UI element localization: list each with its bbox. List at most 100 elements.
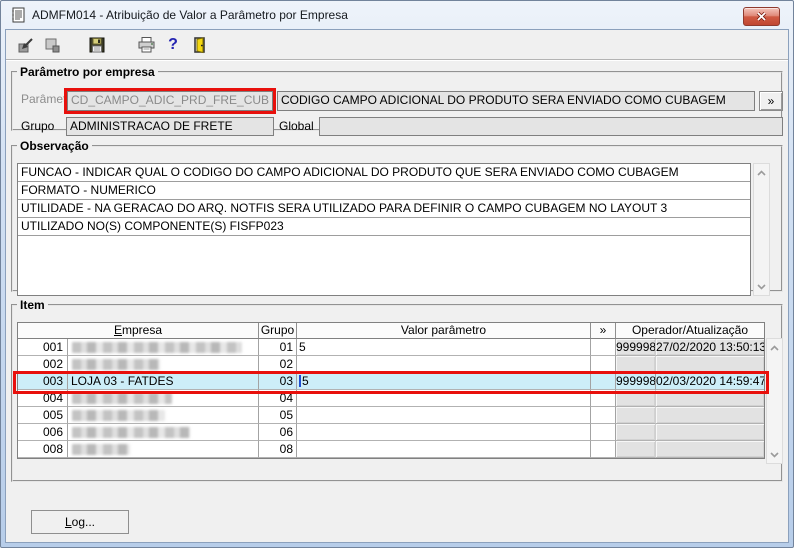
cell-empresa [68,356,259,373]
table-row[interactable]: 008 08 [18,441,764,458]
cell-dt [656,424,764,441]
parametro-value-field[interactable]: CD_CAMPO_ADIC_PRD_FRE_CUB [67,91,273,111]
document-icon [12,7,25,22]
cell-oper: 999998 [616,373,656,390]
redacted-empresa-text [72,393,172,404]
cell-oper [616,424,656,441]
cell-exp [591,373,616,390]
item-table-header: Empresa Grupo Valor parâmetro » Operador… [18,323,764,339]
column-header-grupo[interactable]: Grupo [259,323,297,339]
column-header-valor-parametro[interactable]: Valor parâmetro [297,323,591,339]
parametro-group: Parâmetro por empresa Parâmetro CD_CAMPO… [11,65,783,136]
dialog-client-area: ? Parâmetro por empresa Parâmetro CD_CAM… [5,29,789,543]
table-row[interactable]: 002 02 [18,356,764,373]
shortcut-arrow-icon [18,37,33,52]
redacted-empresa-text [72,444,130,455]
text-caret [299,375,301,387]
exit-door-icon [194,36,205,53]
cell-oper [616,356,656,373]
chevron-down-icon [770,451,779,458]
scroll-down-button[interactable] [754,279,769,294]
cell-oper [616,407,656,424]
redacted-empresa-text [72,342,242,353]
cell-exp [591,390,616,407]
table-row[interactable]: 005 05 [18,407,764,424]
table-row[interactable]: 006 06 [18,424,764,441]
print-icon [138,36,155,52]
save-button[interactable] [85,33,109,57]
parametro-descricao-field[interactable]: CODIGO CAMPO ADICIONAL DO PRODUTO SERA E… [277,91,755,111]
cell-valor [297,356,591,373]
window-title: ADMFM014 - Atribuição de Valor a Parâmet… [32,7,348,22]
cell-grupo: 01 [259,339,297,356]
global-value-field[interactable] [319,117,783,136]
cell-exp [591,407,616,424]
dialog-content: Parâmetro por empresa Parâmetro CD_CAMPO… [6,60,788,542]
cell-grupo: 03 [259,373,297,390]
save-icon [89,37,105,52]
cell-num: 001 [18,339,68,356]
cell-empresa: LOJA 03 - FATDES [68,373,259,390]
chevron-up-icon [757,169,766,176]
exit-button[interactable] [188,33,212,57]
cell-dt [656,407,764,424]
item-group-title: Item [20,298,45,312]
cell-grupo: 04 [259,390,297,407]
table-row[interactable]: 001 01 5 999998 27/02/2020 13:50:13 [18,339,764,356]
cell-empresa [68,339,259,356]
item-table-scrollbar[interactable] [766,338,783,464]
close-button[interactable] [743,7,780,26]
redacted-empresa-text [72,410,165,421]
column-header-operador-atualizacao[interactable]: Operador/Atualização [616,323,764,339]
cell-valor: 5 [297,373,591,390]
cell-oper [616,441,656,458]
cell-empresa [68,407,259,424]
help-button[interactable]: ? [161,33,185,57]
cell-exp [591,424,616,441]
cell-grupo: 05 [259,407,297,424]
log-button[interactable]: Log... [31,510,129,534]
toolbar: ? [6,30,788,60]
table-row[interactable]: 003 LOJA 03 - FATDES 03 5 999998 02/03/2020 1… [18,373,764,390]
scroll-down-button[interactable] [767,447,782,462]
item-table-body: 001 01 5 999998 27/02/2020 13:50:13 002 02 003 L… [18,339,764,458]
shortcut-arrow-button[interactable] [14,33,38,57]
cascade-windows-button[interactable] [40,33,64,57]
cell-num: 008 [18,441,68,458]
item-group: Item Empresa Grupo Valor parâmetro » Ope… [11,298,783,482]
cell-dt: 02/03/2020 14:59:47 [656,373,764,390]
grupo-value-field[interactable]: ADMINISTRACAO DE FRETE [66,117,274,136]
cell-exp [591,441,616,458]
cell-valor [297,441,591,458]
cell-grupo: 02 [259,356,297,373]
table-row[interactable]: 004 04 [18,390,764,407]
cell-valor [297,407,591,424]
cell-num: 002 [18,356,68,373]
cell-dt [656,390,764,407]
application-window: ADMFM014 - Atribuição de Valor a Parâmet… [0,0,794,548]
cell-num: 006 [18,424,68,441]
observacao-line[interactable]: UTILIZADO NO(S) COMPONENTE(S) FISFP023 [18,218,750,236]
cell-valor [297,390,591,407]
chevron-up-icon [770,344,779,351]
column-header-expand[interactable]: » [591,323,616,339]
redacted-empresa-text [72,427,190,438]
observacao-line[interactable]: FORMATO - NUMERICO [18,182,750,200]
print-button[interactable] [134,33,158,57]
scroll-up-button[interactable] [754,165,769,180]
cell-dt [656,441,764,458]
cell-grupo: 08 [259,441,297,458]
expand-parametro-button[interactable]: » [759,91,783,111]
column-header-empresa[interactable]: Empresa [18,323,259,339]
annotation-box-parametro: CD_CAMPO_ADIC_PRD_FRE_CUB [64,88,276,114]
title-bar[interactable]: ADMFM014 - Atribuição de Valor a Parâmet… [1,1,793,28]
observacao-line[interactable]: FUNCAO - INDICAR QUAL O CODIGO DO CAMPO … [18,164,750,182]
observacao-scrollbar[interactable] [753,163,770,296]
observacao-group-title: Observação [20,139,89,153]
observacao-line[interactable]: UTILIDADE - NA GERACAO DO ARQ. NOTFIS SE… [18,200,750,218]
observacao-list: FUNCAO - INDICAR QUAL O CODIGO DO CAMPO … [17,163,751,296]
scroll-up-button[interactable] [767,340,782,355]
cascade-windows-icon [45,38,60,52]
cell-num: 003 [18,373,68,390]
cell-dt [656,356,764,373]
